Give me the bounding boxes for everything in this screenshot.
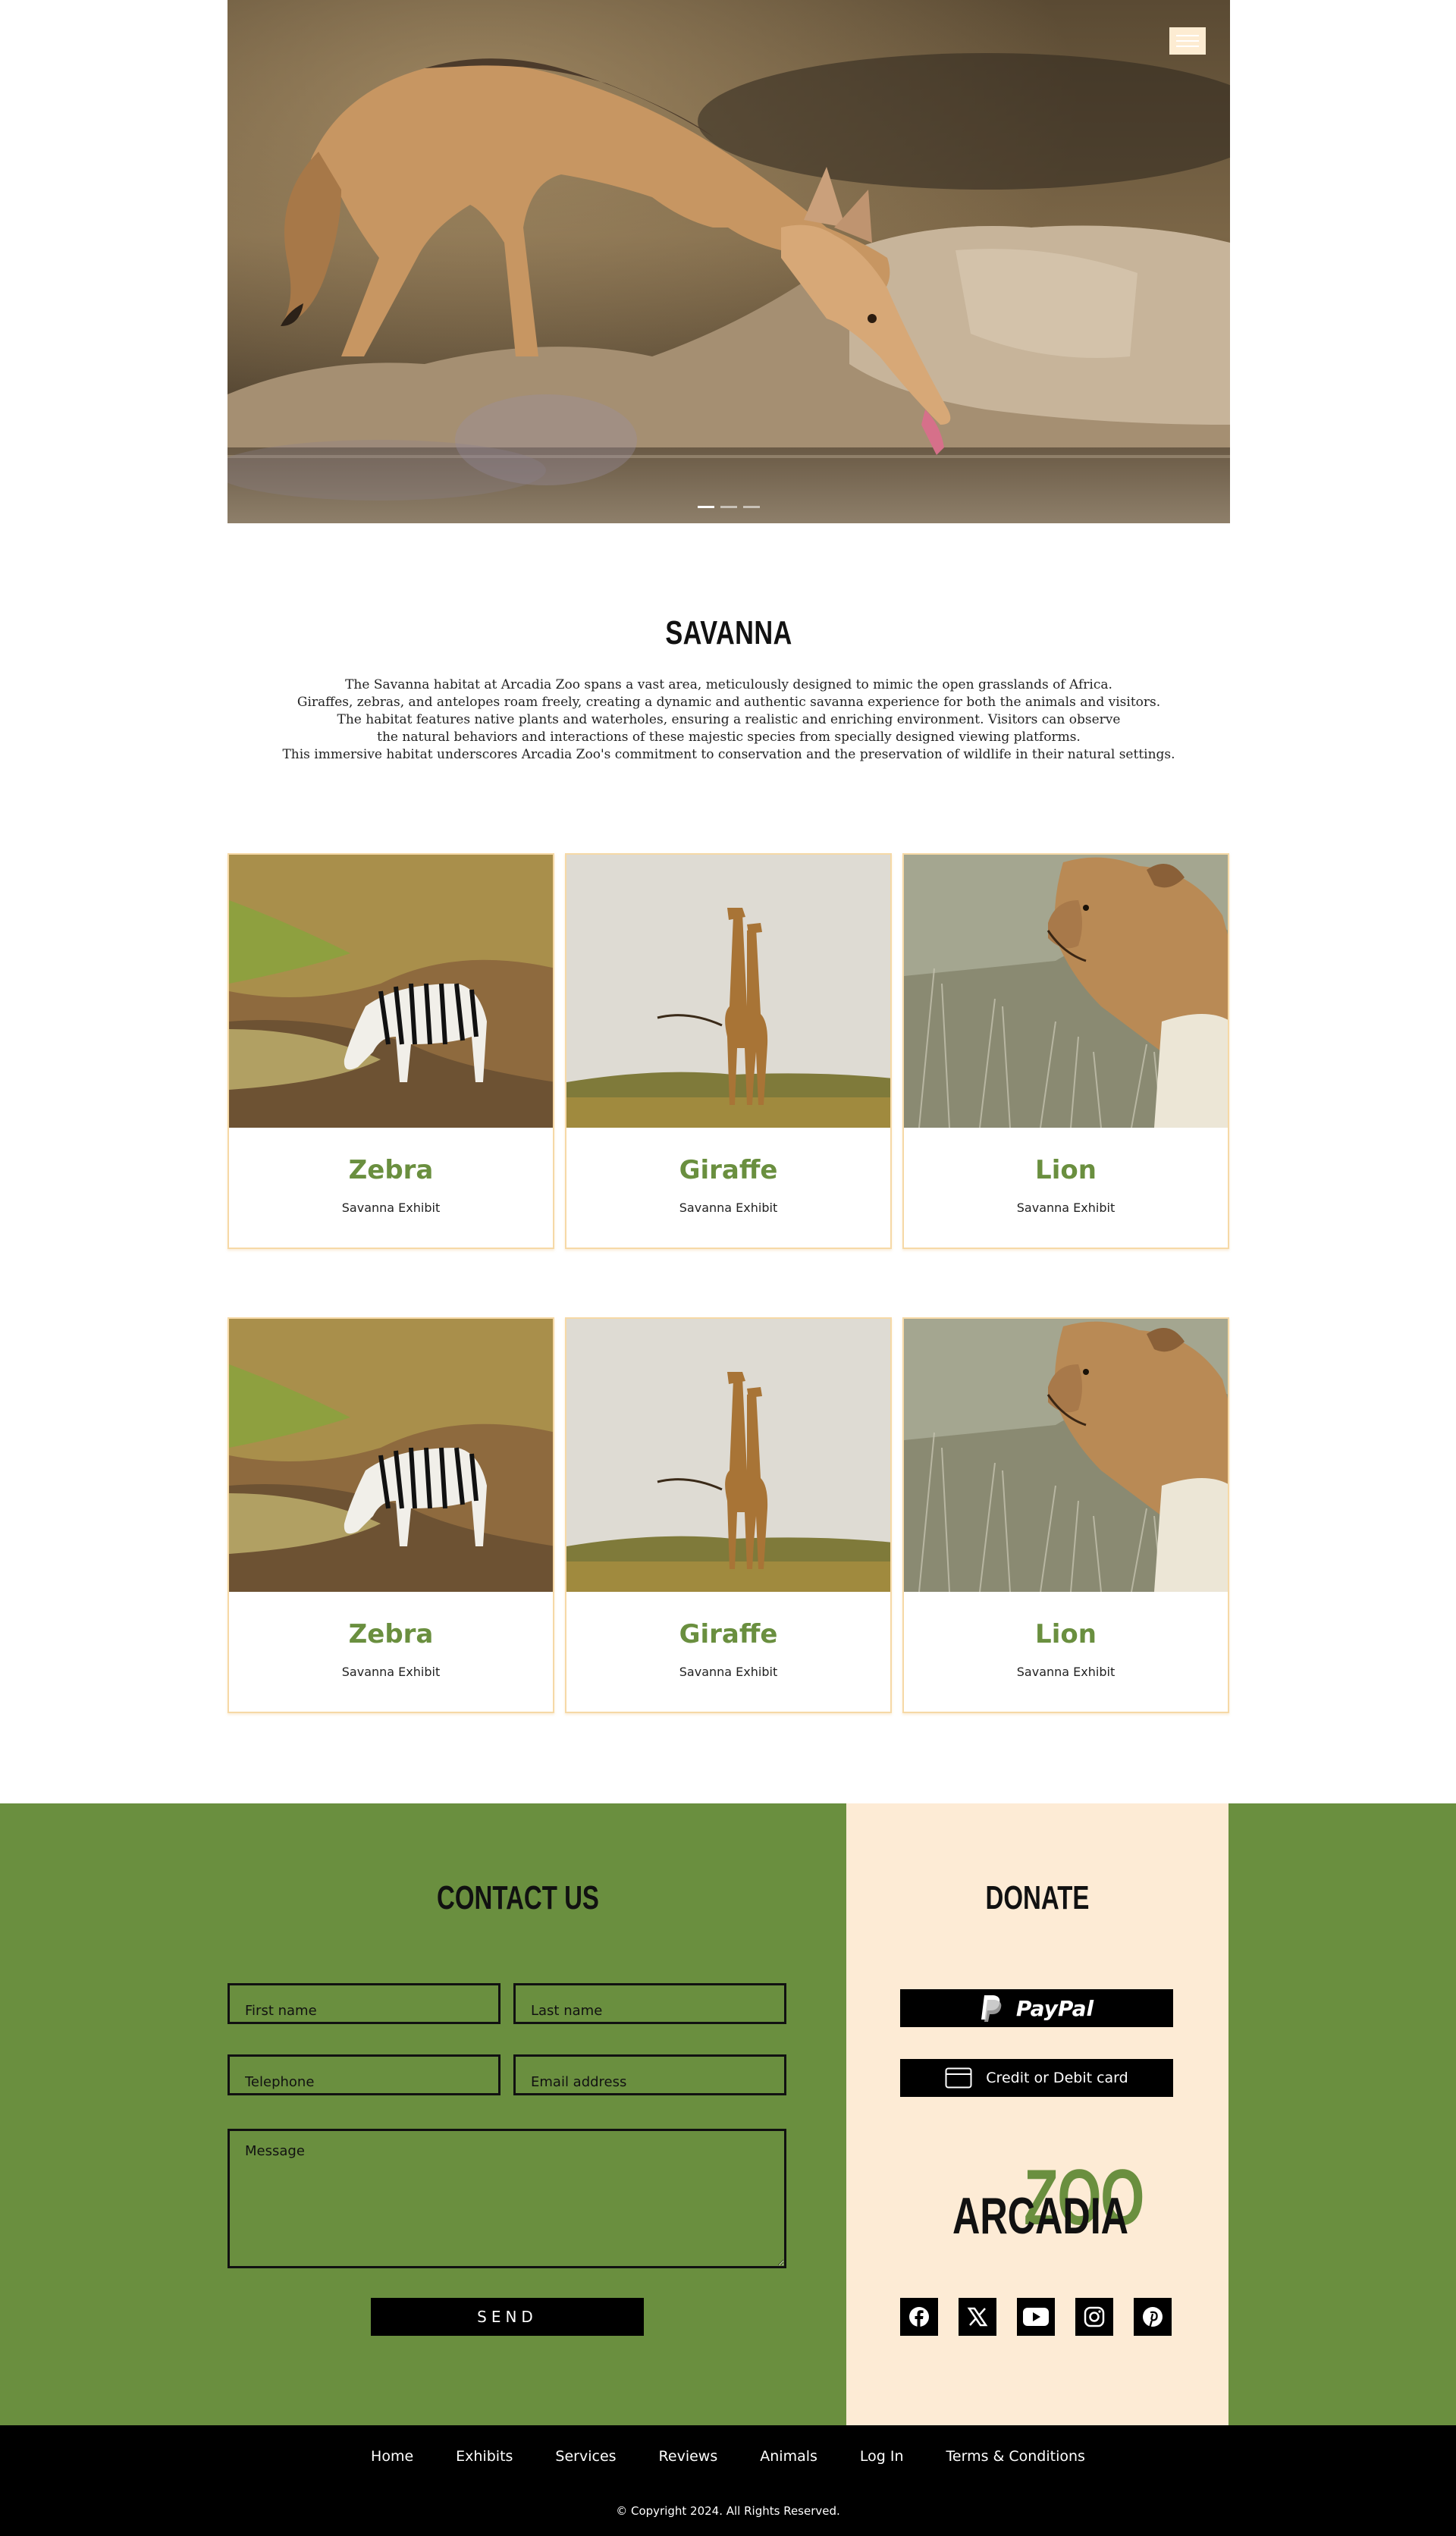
instagram-icon[interactable] bbox=[1075, 2298, 1113, 2336]
nav-link-services[interactable]: Services bbox=[534, 2448, 637, 2465]
credit-card-icon bbox=[945, 2067, 972, 2089]
last-name-field[interactable] bbox=[513, 1983, 786, 2024]
page-title: SAVANNA bbox=[665, 614, 792, 651]
slider-dots bbox=[228, 506, 1230, 508]
copyright: © Copyright 2024. All Rights Reserved. bbox=[616, 2504, 840, 2518]
animal-exhibit: Savanna Exhibit bbox=[679, 1201, 778, 1215]
social-links bbox=[900, 2298, 1172, 2336]
nav-link-animals[interactable]: Animals bbox=[739, 2448, 839, 2465]
animal-card-lion[interactable]: Lion Savanna Exhibit bbox=[902, 853, 1229, 1249]
facebook-icon[interactable] bbox=[900, 2298, 938, 2336]
send-button[interactable]: SEND bbox=[371, 2298, 644, 2336]
x-icon[interactable] bbox=[959, 2298, 996, 2336]
animal-name: Lion bbox=[1035, 1619, 1097, 1649]
slider-dot[interactable] bbox=[720, 506, 737, 508]
intro-line: Giraffes, zebras, and antelopes roam fre… bbox=[297, 695, 1161, 710]
first-name-field[interactable] bbox=[228, 1983, 500, 2024]
zebra-image bbox=[229, 855, 553, 1128]
zebra-image bbox=[229, 1319, 553, 1592]
lion-image bbox=[904, 855, 1228, 1128]
animal-exhibit: Savanna Exhibit bbox=[1016, 1201, 1116, 1215]
card-payment-button[interactable]: Credit or Debit card bbox=[900, 2059, 1173, 2097]
footer-nav: Home Exhibits Services Reviews Animals L… bbox=[0, 2448, 1456, 2465]
animal-card-lion[interactable]: Lion Savanna Exhibit bbox=[902, 1317, 1229, 1713]
animal-name: Giraffe bbox=[679, 1155, 778, 1185]
animal-name: Zebra bbox=[348, 1155, 434, 1185]
animal-exhibit: Savanna Exhibit bbox=[341, 1665, 441, 1679]
card-payment-label: Credit or Debit card bbox=[986, 2070, 1128, 2086]
hamburger-icon-bar bbox=[1176, 46, 1199, 47]
slider-dot[interactable] bbox=[743, 506, 760, 508]
intro-line: The habitat features native plants and w… bbox=[337, 712, 1121, 727]
contact-donate-section: CONTACT US SEND DONATE PayPal Credit or … bbox=[0, 1803, 1456, 2425]
telephone-field[interactable] bbox=[228, 2054, 500, 2095]
message-field[interactable] bbox=[228, 2129, 786, 2268]
lion-image bbox=[904, 1319, 1228, 1592]
nav-link-exhibits[interactable]: Exhibits bbox=[435, 2448, 534, 2465]
animal-cards-row: Zebra Savanna Exhibit Giraffe Savanna Ex… bbox=[228, 1317, 1230, 1713]
youtube-icon[interactable] bbox=[1017, 2298, 1055, 2336]
nav-link-login[interactable]: Log In bbox=[839, 2448, 925, 2465]
donate-title: DONATE bbox=[985, 1879, 1090, 1916]
donate-panel: DONATE PayPal Credit or Debit card ZOO A… bbox=[846, 1803, 1228, 2425]
nav-link-home[interactable]: Home bbox=[350, 2448, 435, 2465]
paypal-label: PayPal bbox=[1015, 1995, 1094, 2021]
nav-link-terms[interactable]: Terms & Conditions bbox=[925, 2448, 1106, 2465]
intro-line: the natural behaviors and interactions o… bbox=[377, 730, 1081, 745]
animal-exhibit: Savanna Exhibit bbox=[679, 1665, 778, 1679]
animal-name: Zebra bbox=[348, 1619, 434, 1649]
hamburger-icon-bar bbox=[1176, 35, 1199, 36]
animal-cards-row: Zebra Savanna Exhibit Giraffe Savanna Ex… bbox=[228, 853, 1230, 1249]
logo-arcadia: ARCADIA bbox=[952, 2187, 1129, 2245]
animal-card-giraffe[interactable]: Giraffe Savanna Exhibit bbox=[565, 853, 892, 1249]
animal-exhibit: Savanna Exhibit bbox=[341, 1201, 441, 1215]
intro-line: The Savanna habitat at Arcadia Zoo spans… bbox=[345, 677, 1112, 692]
email-field[interactable] bbox=[513, 2054, 786, 2095]
slider-dot[interactable] bbox=[698, 506, 714, 508]
contact-title: CONTACT US bbox=[437, 1879, 599, 1916]
animal-card-zebra[interactable]: Zebra Savanna Exhibit bbox=[228, 853, 554, 1249]
habitat-intro: SAVANNA The Savanna habitat at Arcadia Z… bbox=[228, 614, 1230, 764]
menu-button[interactable] bbox=[1169, 27, 1206, 55]
animal-name: Giraffe bbox=[679, 1619, 778, 1649]
animal-card-zebra[interactable]: Zebra Savanna Exhibit bbox=[228, 1317, 554, 1713]
nav-link-reviews[interactable]: Reviews bbox=[638, 2448, 739, 2465]
animal-exhibit: Savanna Exhibit bbox=[1016, 1665, 1116, 1679]
intro-line: This immersive habitat underscores Arcad… bbox=[282, 747, 1175, 762]
pinterest-icon[interactable] bbox=[1134, 2298, 1172, 2336]
giraffe-image bbox=[566, 1319, 890, 1592]
animal-card-giraffe[interactable]: Giraffe Savanna Exhibit bbox=[565, 1317, 892, 1713]
hamburger-icon-bar bbox=[1176, 40, 1199, 42]
site-footer: Home Exhibits Services Reviews Animals L… bbox=[0, 2425, 1456, 2536]
paypal-button[interactable]: PayPal bbox=[900, 1989, 1173, 2027]
paypal-icon bbox=[981, 1995, 1002, 2022]
giraffe-image bbox=[566, 855, 890, 1128]
jackal-photo bbox=[228, 0, 1230, 523]
animal-name: Lion bbox=[1035, 1155, 1097, 1185]
arcadia-zoo-logo: ZOO ARCADIA bbox=[846, 2158, 1228, 2242]
hero-image bbox=[228, 0, 1230, 523]
